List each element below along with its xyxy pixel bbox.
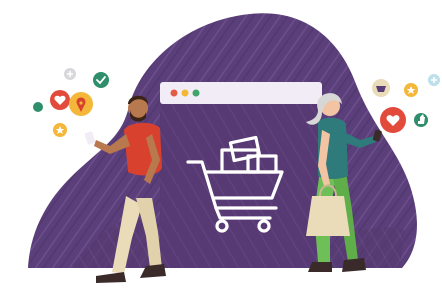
shopping-bag bbox=[306, 196, 350, 236]
heart-icon bbox=[50, 90, 70, 110]
online-shopping-illustration bbox=[0, 0, 442, 289]
window-dot-green bbox=[192, 89, 200, 97]
scene-svg bbox=[28, 13, 440, 283]
sale-tag-icon bbox=[372, 79, 390, 97]
star-icon bbox=[404, 83, 418, 97]
checkmark-icon bbox=[93, 72, 109, 88]
location-pin-icon bbox=[69, 92, 93, 116]
star-icon bbox=[53, 123, 67, 137]
window-dot-red bbox=[170, 89, 178, 97]
checkmark-icon bbox=[33, 102, 43, 112]
plus-icon bbox=[428, 74, 440, 86]
window-dot-yellow bbox=[181, 89, 189, 97]
plus-icon bbox=[64, 68, 76, 80]
browser-window bbox=[160, 82, 322, 268]
thumbs-up-icon bbox=[414, 113, 428, 127]
heart-icon bbox=[380, 107, 406, 133]
